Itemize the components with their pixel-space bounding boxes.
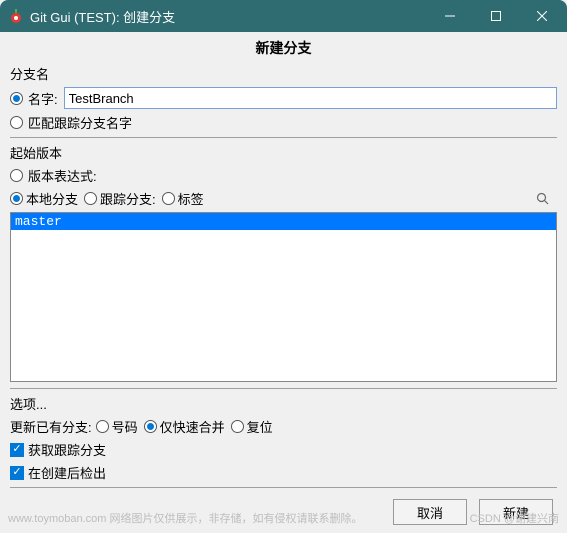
divider-1 bbox=[10, 137, 557, 138]
close-button[interactable] bbox=[519, 0, 565, 32]
update-existing-row: 更新已有分支: 号码 仅快速合并 复位 bbox=[0, 415, 567, 438]
radio-match-tracking[interactable] bbox=[10, 116, 23, 129]
radio-tracking-branch[interactable] bbox=[84, 192, 97, 205]
radio-update-reset-label: 复位 bbox=[247, 417, 273, 436]
checkbox-checkout-after[interactable] bbox=[10, 466, 24, 480]
create-button[interactable]: 新建 bbox=[479, 499, 553, 525]
divider-2 bbox=[10, 388, 557, 389]
branch-name-row: 名字: bbox=[0, 85, 567, 111]
dialog-content: 新建分支 分支名 名字: 匹配跟踪分支名字 起始版本 版本表达式: 本地分支 跟… bbox=[0, 32, 567, 533]
options-section-label: 选项... bbox=[0, 392, 567, 415]
search-icon[interactable] bbox=[535, 191, 551, 207]
radio-name-label: 名字: bbox=[28, 89, 58, 108]
radio-local-branch[interactable] bbox=[10, 192, 23, 205]
maximize-button[interactable] bbox=[473, 0, 519, 32]
divider-3 bbox=[10, 487, 557, 488]
checkbox-fetch-tracking[interactable] bbox=[10, 443, 24, 457]
start-rev-section-label: 起始版本 bbox=[0, 141, 567, 164]
rev-expr-row: 版本表达式: bbox=[0, 164, 567, 187]
dialog-buttons: 取消 新建 bbox=[0, 491, 567, 533]
dialog-header: 新建分支 bbox=[0, 32, 567, 62]
radio-local-label: 本地分支 bbox=[26, 189, 78, 208]
checkbox-fetch-label: 获取跟踪分支 bbox=[28, 440, 106, 459]
radio-tag[interactable] bbox=[162, 192, 175, 205]
radio-update-no[interactable] bbox=[96, 420, 109, 433]
branch-name-section-label: 分支名 bbox=[0, 62, 567, 85]
radio-rev-expr[interactable] bbox=[10, 169, 23, 182]
radio-tracking-label: 跟踪分支: bbox=[100, 189, 156, 208]
checkbox-checkout-label: 在创建后检出 bbox=[28, 463, 106, 482]
list-item[interactable]: master bbox=[11, 213, 556, 230]
radio-update-ffonly-label: 仅快速合并 bbox=[160, 417, 225, 436]
radio-update-no-label: 号码 bbox=[112, 417, 138, 436]
rev-type-row: 本地分支 跟踪分支: 标签 bbox=[0, 187, 567, 210]
window-title: Git Gui (TEST): 创建分支 bbox=[30, 7, 427, 26]
update-existing-label: 更新已有分支: bbox=[10, 417, 92, 436]
radio-tag-label: 标签 bbox=[178, 189, 204, 208]
minimize-button[interactable] bbox=[427, 0, 473, 32]
radio-update-reset[interactable] bbox=[231, 420, 244, 433]
titlebar: Git Gui (TEST): 创建分支 bbox=[0, 0, 567, 32]
radio-rev-expr-label: 版本表达式: bbox=[28, 166, 97, 185]
radio-match-label: 匹配跟踪分支名字 bbox=[28, 113, 132, 132]
branch-listbox[interactable]: master bbox=[10, 212, 557, 382]
app-icon bbox=[8, 8, 24, 24]
branch-match-row: 匹配跟踪分支名字 bbox=[0, 111, 567, 134]
checkout-after-row: 在创建后检出 bbox=[0, 461, 567, 484]
radio-update-ffonly[interactable] bbox=[144, 420, 157, 433]
radio-name[interactable] bbox=[10, 92, 23, 105]
create-button-label: 新建 bbox=[503, 503, 529, 522]
cancel-button[interactable]: 取消 bbox=[393, 499, 467, 525]
fetch-tracking-row: 获取跟踪分支 bbox=[0, 438, 567, 461]
branch-name-input[interactable] bbox=[64, 87, 557, 109]
cancel-button-label: 取消 bbox=[417, 503, 443, 522]
